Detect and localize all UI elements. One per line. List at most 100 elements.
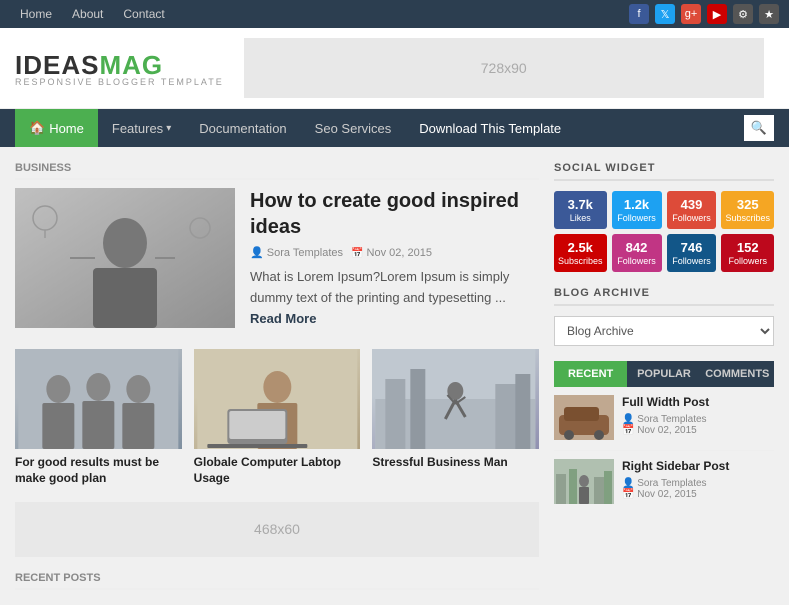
grid-post-title-1: Globale Computer Labtop Usage <box>194 455 361 486</box>
sidebar-post-date-0: 📅 Nov 02, 2015 <box>622 425 697 436</box>
featured-post-author: 👤 Sora Templates <box>250 246 343 259</box>
rss-count: 325 <box>737 197 759 212</box>
tab-popular[interactable]: POPULAR <box>627 361 700 387</box>
grid-post-2: Stressful Business Man <box>372 349 539 486</box>
chevron-down-icon: ▾ <box>166 123 171 134</box>
tab-recent[interactable]: RECENT <box>554 361 627 387</box>
topnav-home[interactable]: Home <box>10 0 62 28</box>
yt-label: Subscribes <box>558 256 603 266</box>
featured-image-svg <box>15 188 235 328</box>
featured-post-date: 📅 Nov 02, 2015 <box>351 247 432 259</box>
top-bar-nav: Home About Contact <box>10 0 175 28</box>
sidebar-recent-post-0: Full Width Post 👤 Sora Templates 📅 Nov 0… <box>554 395 774 440</box>
youtube-topbar-icon[interactable]: ▶ <box>707 4 727 24</box>
top-bar-icons: f 𝕏 g+ ▶ ⚙ ★ <box>629 4 779 24</box>
header: IDEASMAG RESPONSIVE BLOGGER TEMPLATE 728… <box>0 28 789 109</box>
gp-count: 439 <box>681 197 703 212</box>
ins2-label: Followers <box>617 256 656 266</box>
nav-features[interactable]: Features ▾ <box>98 109 185 147</box>
sidebar-post-author-0: 👤 Sora Templates <box>622 414 707 425</box>
social-youtube-btn[interactable]: 2.5k Subscribes <box>554 234 607 272</box>
grid-post-image-1 <box>194 349 361 449</box>
sidebar-post-1-svg <box>554 459 614 504</box>
grid-image-1-svg <box>194 349 361 449</box>
sidebar-post-meta-1: 👤 Sora Templates 📅 Nov 02, 2015 <box>622 478 729 500</box>
sidebar-post-author-1: 👤 Sora Templates <box>622 478 707 489</box>
social-instagram2-btn[interactable]: 842 Followers <box>612 234 662 272</box>
header-ad-banner: 728x90 <box>244 38 764 98</box>
sidebar-tabs-section: RECENT POPULAR COMMENTS Full Width Pos <box>554 361 774 504</box>
grid-post-1: Globale Computer Labtop Usage <box>194 349 361 486</box>
section-label-business: BUSINESS <box>15 162 539 180</box>
ig-label: Followers <box>672 256 711 266</box>
sidebar-recent-post-1: Right Sidebar Post 👤 Sora Templates 📅 No… <box>554 459 774 504</box>
ig-count: 746 <box>681 240 703 255</box>
grid-post-image-2 <box>372 349 539 449</box>
topnav-about[interactable]: About <box>62 0 113 28</box>
facebook-topbar-icon[interactable]: f <box>629 4 649 24</box>
grid-post-image-0 <box>15 349 182 449</box>
yt-count: 2.5k <box>568 240 593 255</box>
twitter-count: 1.2k <box>624 197 649 212</box>
extra-topbar-icon1[interactable]: ⚙ <box>733 4 753 24</box>
pin-label: Followers <box>728 256 767 266</box>
logo: IDEASMAG RESPONSIVE BLOGGER TEMPLATE <box>15 50 224 87</box>
logo-ideas: IDEAS <box>15 50 99 80</box>
grid-post-title-0: For good results must be make good plan <box>15 455 182 486</box>
sidebar-post-image-0 <box>554 395 614 440</box>
gp-label: Followers <box>672 213 711 223</box>
main-nav-links: 🏠 Home Features ▾ Documentation Seo Serv… <box>15 109 744 147</box>
blog-archive-select[interactable]: Blog Archive <box>554 316 774 346</box>
nav-documentation[interactable]: Documentation <box>185 109 300 147</box>
logo-sub: RESPONSIVE BLOGGER TEMPLATE <box>15 77 224 87</box>
googleplus-topbar-icon[interactable]: g+ <box>681 4 701 24</box>
top-bar: Home About Contact f 𝕏 g+ ▶ ⚙ ★ <box>0 0 789 28</box>
main-nav: 🏠 Home Features ▾ Documentation Seo Serv… <box>0 109 789 147</box>
social-widget-title: SOCIAL WIDGET <box>554 162 774 181</box>
twitter-topbar-icon[interactable]: 𝕏 <box>655 4 675 24</box>
sidebar-post-content-1: Right Sidebar Post 👤 Sora Templates 📅 No… <box>622 459 729 500</box>
blog-archive-section: BLOG ARCHIVE Blog Archive <box>554 287 774 346</box>
home-icon: 🏠 <box>29 120 45 136</box>
sidebar-post-meta-0: 👤 Sora Templates 📅 Nov 02, 2015 <box>622 414 709 436</box>
social-facebook-btn[interactable]: 3.7k Likes <box>554 191 607 229</box>
social-googleplus-btn[interactable]: 439 Followers <box>667 191 717 229</box>
blog-archive-title: BLOG ARCHIVE <box>554 287 774 306</box>
nav-download-template[interactable]: Download This Template <box>405 109 575 147</box>
main-container: BUSINESS <box>0 147 789 605</box>
pin-count: 152 <box>737 240 759 255</box>
social-rss-btn[interactable]: 325 Subscribes <box>721 191 774 229</box>
extra-topbar-icon2[interactable]: ★ <box>759 4 779 24</box>
nav-search-button[interactable]: 🔍 <box>744 115 774 141</box>
sidebar-post-content-0: Full Width Post 👤 Sora Templates 📅 Nov 0… <box>622 395 709 436</box>
read-more-link[interactable]: Read More <box>250 311 316 326</box>
sidebar: SOCIAL WIDGET 3.7k Likes 1.2k Followers … <box>554 162 774 590</box>
nav-home[interactable]: 🏠 Home <box>15 109 98 147</box>
social-widget-section: SOCIAL WIDGET 3.7k Likes 1.2k Followers … <box>554 162 774 272</box>
sidebar-post-date-1: 📅 Nov 02, 2015 <box>622 489 697 500</box>
recent-posts-label: RECENT POSTS <box>15 572 539 590</box>
social-grid: 3.7k Likes 1.2k Followers 439 Followers … <box>554 191 774 272</box>
social-twitter-btn[interactable]: 1.2k Followers <box>612 191 662 229</box>
ad-banner-small: 468x60 <box>15 502 539 557</box>
content-area: BUSINESS <box>15 162 539 590</box>
grid-post-0: For good results must be make good plan <box>15 349 182 486</box>
facebook-label: Likes <box>570 213 591 223</box>
sidebar-post-image-1 <box>554 459 614 504</box>
ins2-count: 842 <box>626 240 648 255</box>
nav-seo-services[interactable]: Seo Services <box>301 109 406 147</box>
facebook-count: 3.7k <box>568 197 593 212</box>
featured-post-title: How to create good inspired ideas <box>250 188 539 240</box>
sidebar-post-0-svg <box>554 395 614 440</box>
search-icon: 🔍 <box>751 120 767 136</box>
social-instagram-btn[interactable]: 746 Followers <box>667 234 717 272</box>
social-pinterest-btn[interactable]: 152 Followers <box>721 234 774 272</box>
topnav-contact[interactable]: Contact <box>113 0 174 28</box>
logo-mag: MAG <box>99 50 163 80</box>
sidebar-post-title-1: Right Sidebar Post <box>622 459 729 475</box>
sidebar-post-title-0: Full Width Post <box>622 395 709 411</box>
grid-image-2-svg <box>372 349 539 449</box>
tab-comments[interactable]: COMMENTS <box>701 361 774 387</box>
twitter-label: Followers <box>617 213 656 223</box>
featured-post-excerpt: What is Lorem Ipsum?Lorem Ipsum is simpl… <box>250 267 539 329</box>
